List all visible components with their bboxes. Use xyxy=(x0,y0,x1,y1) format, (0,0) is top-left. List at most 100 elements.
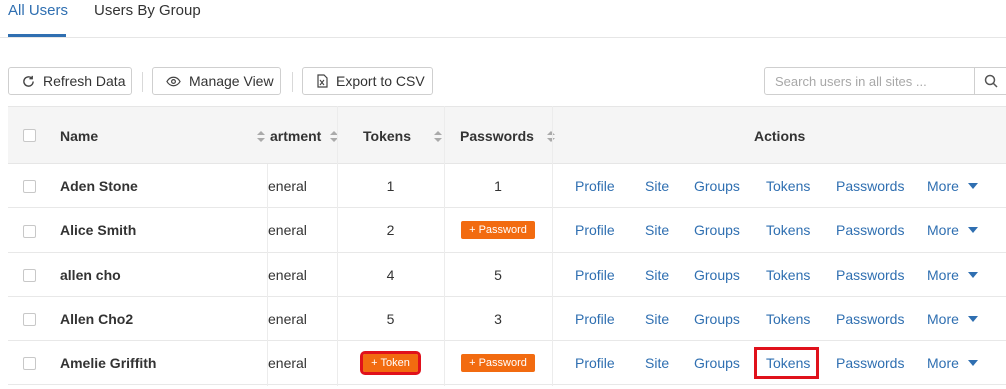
password-count: 5 xyxy=(494,266,502,283)
action-passwords-link[interactable]: Passwords xyxy=(836,253,904,296)
column-divider xyxy=(552,106,553,386)
action-more-dropdown[interactable]: More xyxy=(927,341,978,384)
action-site-link[interactable]: Site xyxy=(645,253,669,296)
action-more-dropdown[interactable]: More xyxy=(927,208,978,252)
view-tabs: All Users Users By Group xyxy=(0,0,1006,38)
action-tokens-link[interactable]: Tokens xyxy=(766,253,810,296)
search-box xyxy=(764,67,1006,95)
action-groups-link[interactable]: Groups xyxy=(694,341,740,384)
sort-icon xyxy=(546,130,555,142)
password-cell: + Password xyxy=(444,208,552,252)
caret-down-icon xyxy=(967,182,978,189)
column-header-tokens[interactable]: Tokens xyxy=(363,107,442,165)
action-profile-link[interactable]: Profile xyxy=(575,164,615,207)
column-divider xyxy=(444,106,445,386)
search-button[interactable] xyxy=(974,67,1006,95)
row-checkbox[interactable] xyxy=(23,357,36,370)
action-more-dropdown[interactable]: More xyxy=(927,164,978,207)
caret-down-icon xyxy=(967,359,978,366)
caret-down-icon xyxy=(967,271,978,278)
row-checkbox[interactable] xyxy=(23,269,36,282)
user-department: eneral xyxy=(268,310,307,327)
table-row: allen cho eneral 4 5 Profile Site Groups Tokens… xyxy=(8,253,1006,297)
action-passwords-link[interactable]: Passwords xyxy=(836,297,904,340)
row-checkbox[interactable] xyxy=(23,313,36,326)
action-groups-link[interactable]: Groups xyxy=(694,297,740,340)
action-groups-link[interactable]: Groups xyxy=(694,253,740,296)
sort-icon xyxy=(433,130,442,142)
action-tokens-link[interactable]: Tokens xyxy=(766,164,810,207)
add-password-button[interactable]: + Password xyxy=(461,221,535,239)
manage-view-label: Manage View xyxy=(189,73,274,89)
eye-icon xyxy=(166,76,181,87)
user-department: eneral xyxy=(268,177,307,194)
user-department: eneral xyxy=(268,222,307,238)
user-name: Amelie Griffith xyxy=(60,354,157,371)
user-department: eneral xyxy=(268,354,307,371)
action-more-dropdown[interactable]: More xyxy=(927,253,978,296)
refresh-data-button[interactable]: Refresh Data xyxy=(8,67,132,95)
table-row: Amelie Griffith eneral + Token + Password Pr… xyxy=(8,341,1006,385)
column-header-department[interactable]: artment xyxy=(270,107,339,165)
export-csv-button[interactable]: Export to CSV xyxy=(302,67,433,95)
tokens-link-highlight xyxy=(754,347,819,379)
column-header-passwords[interactable]: Passwords xyxy=(460,107,555,165)
table-header: Name artment Tokens Passwords Actions xyxy=(8,106,1006,164)
token-count: 2 xyxy=(386,222,395,238)
action-profile-link[interactable]: Profile xyxy=(575,341,615,384)
row-checkbox[interactable] xyxy=(23,180,36,193)
table-row: Alice Smith eneral 2 + Password Profile Site G… xyxy=(8,208,1006,253)
user-department: eneral xyxy=(268,266,307,283)
token-count: 1 xyxy=(386,177,395,194)
user-name: Aden Stone xyxy=(60,177,138,194)
column-header-name[interactable]: Name xyxy=(60,107,265,165)
action-passwords-link[interactable]: Passwords xyxy=(836,208,904,252)
action-profile-link[interactable]: Profile xyxy=(575,208,615,252)
action-groups-link[interactable]: Groups xyxy=(694,208,740,252)
user-name: Alice Smith xyxy=(60,222,137,238)
password-count: 1 xyxy=(494,177,502,194)
select-all-checkbox[interactable] xyxy=(23,129,36,142)
file-export-icon xyxy=(317,74,328,88)
active-tab-indicator xyxy=(8,34,66,37)
column-header-actions: Actions xyxy=(754,128,806,144)
action-passwords-link[interactable]: Passwords xyxy=(836,341,904,384)
frozen-column-edge xyxy=(267,164,268,386)
tab-all-users[interactable]: All Users xyxy=(8,2,68,19)
add-token-button[interactable]: + Token xyxy=(360,350,421,375)
action-site-link[interactable]: Site xyxy=(645,164,669,207)
search-input[interactable] xyxy=(764,67,975,95)
caret-down-icon xyxy=(967,315,978,322)
action-profile-link[interactable]: Profile xyxy=(575,253,615,296)
token-count: 4 xyxy=(386,266,395,283)
table-row: Aden Stone eneral 1 1 Profile Site Groups Token… xyxy=(8,164,1006,208)
action-more-dropdown[interactable]: More xyxy=(927,297,978,340)
column-divider xyxy=(337,106,338,386)
action-profile-link[interactable]: Profile xyxy=(575,297,615,340)
action-site-link[interactable]: Site xyxy=(645,208,669,252)
action-tokens-link[interactable]: Tokens xyxy=(766,208,810,252)
add-password-button[interactable]: + Password xyxy=(461,353,535,372)
table-row: Allen Cho2 eneral 5 3 Profile Site Groups Token… xyxy=(8,297,1006,341)
action-site-link[interactable]: Site xyxy=(645,341,669,384)
row-checkbox[interactable] xyxy=(23,225,36,238)
refresh-icon xyxy=(22,75,35,88)
password-count: 3 xyxy=(494,310,502,327)
caret-down-icon xyxy=(967,227,978,233)
token-cell: + Token xyxy=(338,341,443,384)
user-name: allen cho xyxy=(60,266,121,283)
tab-users-by-group[interactable]: Users By Group xyxy=(94,2,201,19)
refresh-data-label: Refresh Data xyxy=(43,73,126,89)
search-icon xyxy=(984,74,998,88)
users-table: Name artment Tokens Passwords Actions Ad… xyxy=(8,106,1006,389)
action-tokens-link[interactable]: Tokens xyxy=(766,297,810,340)
action-site-link[interactable]: Site xyxy=(645,297,669,340)
sort-icon xyxy=(257,130,265,142)
token-count: 5 xyxy=(386,310,395,327)
action-passwords-link[interactable]: Passwords xyxy=(836,164,904,207)
toolbar-divider xyxy=(292,72,293,92)
password-cell: + Password xyxy=(444,341,552,384)
manage-view-button[interactable]: Manage View xyxy=(152,67,281,95)
action-groups-link[interactable]: Groups xyxy=(694,164,740,207)
export-csv-label: Export to CSV xyxy=(336,73,425,89)
